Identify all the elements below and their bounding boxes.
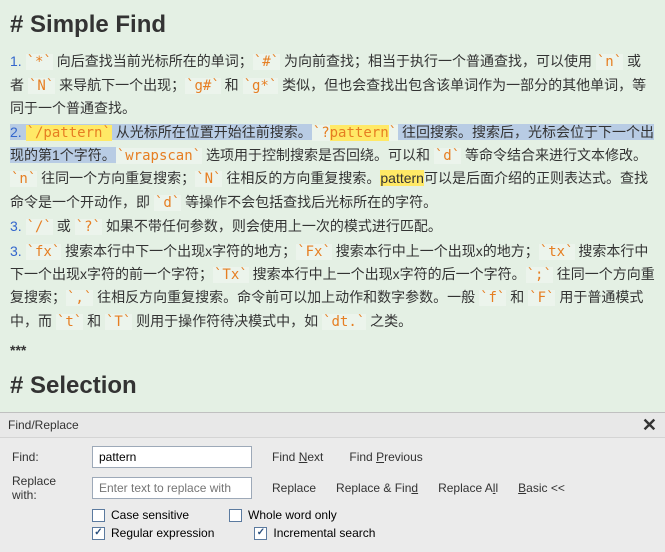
replace-and-find-button[interactable]: Replace & Find (336, 481, 418, 495)
replace-label: Replace with: (12, 474, 84, 502)
find-input[interactable] (92, 446, 252, 468)
checkbox-icon (229, 509, 242, 522)
incremental-search-checkbox[interactable]: Incremental search (254, 526, 375, 540)
heading-selection: # Selection (10, 367, 655, 405)
replace-input[interactable] (92, 477, 252, 499)
case-sensitive-label: Case sensitive (111, 508, 189, 522)
replace-all-button[interactable]: Replace All (438, 481, 498, 495)
replace-button[interactable]: Replace (272, 481, 316, 495)
pattern-highlight: pattern (380, 170, 424, 186)
whole-word-label: Whole word only (248, 508, 337, 522)
list-item-3: 3. `/` 或 `?` 如果不带任何参数，则会使用上一次的模式进行匹配。 (10, 215, 655, 238)
regex-label: Regular expression (111, 526, 214, 540)
hr-stars: *** (10, 339, 655, 361)
incremental-label: Incremental search (273, 526, 375, 540)
find-replace-panel: Find/Replace ✕ Find: Find Next Find Prev… (0, 412, 665, 552)
find-label: Find: (12, 450, 84, 464)
list-item-4: 3. `fx` 搜索本行中下一个出现x字符的地方；`Fx` 搜索本行中上一个出现… (10, 240, 655, 334)
editor-area[interactable]: # Simple Find 1. `*` 向后查找当前光标所在的单词；`#` 为… (0, 0, 665, 412)
regex-checkbox[interactable]: Regular expression (92, 526, 214, 540)
list-item-2: 2. `/pattern` 从光标所在位置开始往前搜索。`?pattern` 往… (10, 121, 655, 215)
heading-simple-find: # Simple Find (10, 6, 655, 44)
checkbox-checked-icon (254, 527, 267, 540)
find-previous-button[interactable]: Find Previous (349, 450, 422, 464)
checkbox-checked-icon (92, 527, 105, 540)
checkbox-icon (92, 509, 105, 522)
list-item-1: 1. `*` 向后查找当前光标所在的单词；`#` 为向前查找；相当于执行一个普通… (10, 50, 655, 119)
close-button[interactable]: ✕ (642, 416, 657, 434)
basic-toggle-button[interactable]: Basic << (518, 481, 565, 495)
close-icon: ✕ (642, 415, 657, 435)
case-sensitive-checkbox[interactable]: Case sensitive (92, 508, 189, 522)
find-next-button[interactable]: Find Next (272, 450, 323, 464)
whole-word-checkbox[interactable]: Whole word only (229, 508, 337, 522)
panel-title: Find/Replace (8, 418, 79, 432)
